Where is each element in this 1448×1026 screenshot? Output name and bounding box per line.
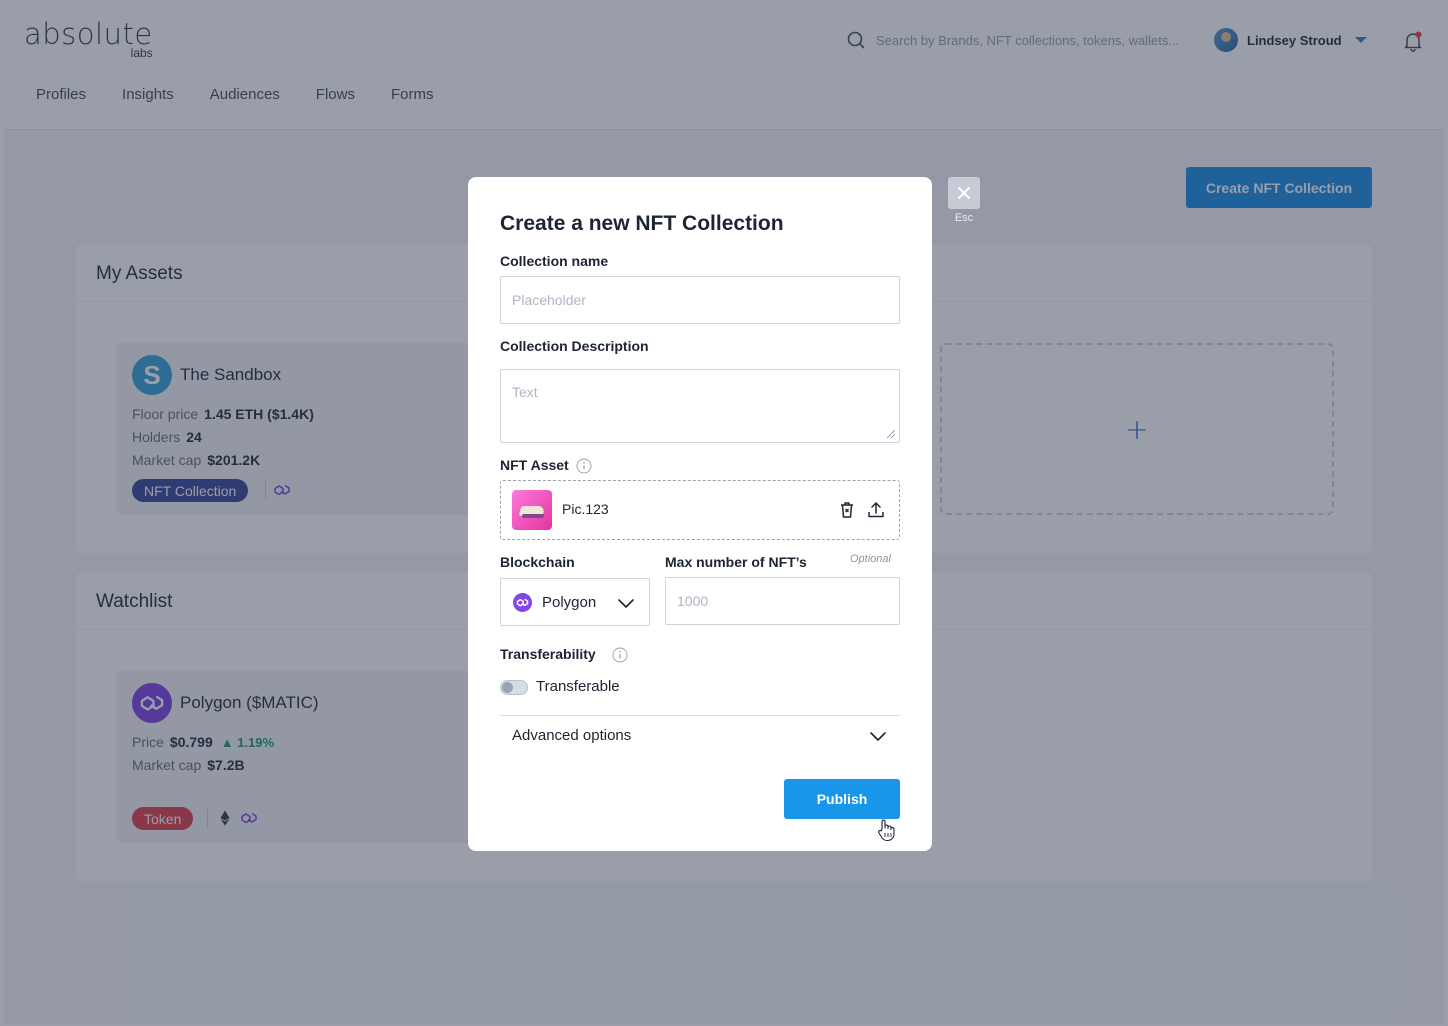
polygon-icon: [513, 592, 532, 612]
advanced-options-label: Advanced options: [512, 727, 632, 744]
transferable-toggle[interactable]: [500, 680, 528, 695]
transferable-toggle-label: Transferable: [536, 678, 620, 695]
close-icon: [958, 187, 970, 199]
close-shortcut-label: Esc: [954, 212, 974, 224]
modal-title: Create a new NFT Collection: [500, 212, 784, 235]
collection-description-textarea[interactable]: Text: [500, 369, 900, 443]
collection-name-input[interactable]: Placeholder: [500, 276, 900, 324]
transferability-label: Transferability: [500, 646, 596, 662]
max-nfts-label: Max number of NFT’s: [665, 554, 807, 570]
advanced-options-toggle[interactable]: Advanced options: [500, 716, 900, 756]
nft-asset-dropzone[interactable]: Pic.123: [500, 480, 900, 540]
blockchain-selected-value: Polygon: [542, 593, 597, 611]
create-nft-collection-modal: Create a new NFT Collection Collection n…: [468, 177, 932, 851]
info-icon[interactable]: [576, 458, 592, 474]
close-modal-button[interactable]: [948, 177, 980, 209]
trash-icon[interactable]: [837, 500, 857, 520]
publish-button[interactable]: Publish: [784, 779, 900, 819]
collection-description-label: Collection Description: [500, 338, 649, 354]
asset-file-name: Pic.123: [562, 501, 609, 517]
hand-cursor-icon: [878, 819, 895, 842]
blockchain-label: Blockchain: [500, 554, 575, 570]
chevron-down-icon: [870, 732, 886, 741]
blockchain-select[interactable]: Polygon: [500, 578, 650, 626]
collection-name-label: Collection name: [500, 253, 609, 269]
info-icon[interactable]: [612, 647, 628, 663]
toggle-knob: [502, 682, 513, 693]
chevron-down-icon: [618, 599, 634, 608]
optional-hint: Optional: [850, 553, 891, 565]
max-nfts-input[interactable]: 1000: [665, 577, 900, 625]
upload-icon[interactable]: [866, 500, 886, 520]
nft-asset-label: NFT Asset: [500, 457, 569, 473]
textarea-placeholder: Text: [512, 384, 538, 400]
resize-handle[interactable]: [887, 430, 895, 438]
asset-thumbnail: [512, 490, 552, 530]
